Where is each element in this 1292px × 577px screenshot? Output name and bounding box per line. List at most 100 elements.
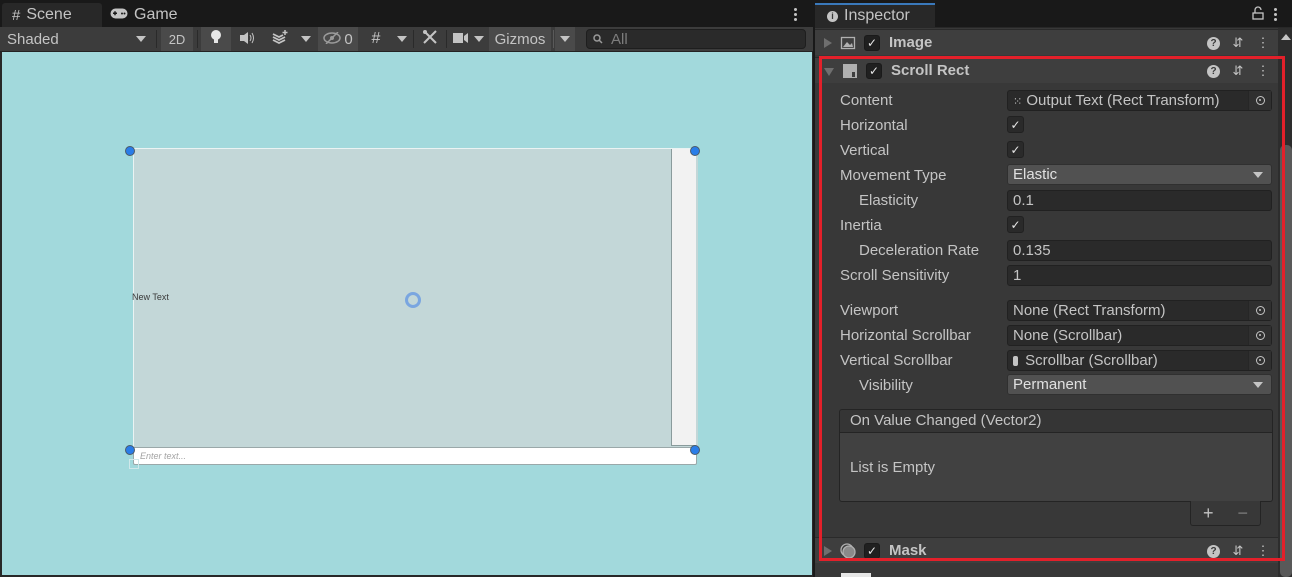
- lock-icon[interactable]: [1252, 6, 1264, 24]
- vertical-scrollbar-label: Vertical Scrollbar: [840, 352, 953, 369]
- speaker-icon: [240, 31, 256, 48]
- effects-toggle-button[interactable]: [265, 27, 295, 51]
- chevron-down-icon: [1253, 382, 1263, 388]
- rect-transform-icon: ⁙: [1013, 96, 1023, 108]
- vertical-scrollbar-object-field[interactable]: Scrollbar (Scrollbar): [1007, 350, 1272, 371]
- horizontal-checkbox[interactable]: ✓: [1007, 116, 1024, 133]
- content-label: Content: [840, 92, 893, 109]
- partial-component-icon: [841, 573, 871, 577]
- draw-mode-dropdown[interactable]: Shaded: [0, 27, 152, 51]
- toolbar-divider: [156, 30, 157, 48]
- vertical-scrollbar-object[interactable]: [671, 149, 696, 446]
- object-picker-button[interactable]: [1248, 91, 1271, 110]
- new-text-object[interactable]: New Text: [132, 292, 169, 302]
- target-icon: [1255, 331, 1265, 340]
- scene-tab-bar: # Scene Game: [0, 0, 813, 27]
- foldout-arrow-icon[interactable]: [824, 67, 834, 76]
- mask-enabled-checkbox[interactable]: ✓: [864, 542, 880, 559]
- tab-game[interactable]: Game: [100, 3, 190, 27]
- component-menu-icon[interactable]: ⋮: [1256, 35, 1270, 50]
- vertical-checkbox[interactable]: ✓: [1007, 141, 1024, 158]
- foldout-arrow-icon[interactable]: [824, 37, 832, 48]
- elasticity-input[interactable]: 0.1: [1007, 190, 1272, 211]
- rect-handle-bottom-left[interactable]: [125, 445, 135, 455]
- help-icon[interactable]: ?: [1207, 36, 1220, 50]
- scroll-up-arrow-icon[interactable]: [1281, 34, 1291, 40]
- viewport-object-field[interactable]: None (Rect Transform): [1007, 300, 1272, 321]
- tab-inspector[interactable]: i Inspector: [815, 3, 935, 27]
- camera-icon: [452, 31, 469, 48]
- visibility-dropdown[interactable]: Permanent: [1007, 374, 1272, 395]
- event-list-buttons: + −: [1190, 501, 1261, 526]
- scroll-rect-component-icon: [842, 63, 858, 79]
- toolbar-divider: [553, 30, 554, 48]
- chevron-down-icon: [560, 36, 570, 42]
- visibility-label: Visibility: [859, 377, 913, 394]
- inspector-more-menu-icon[interactable]: [1272, 5, 1278, 23]
- scene-more-menu-icon[interactable]: [790, 5, 800, 23]
- preset-sliders-icon[interactable]: ⇵: [1231, 63, 1245, 78]
- scroll-rect-enabled-checkbox[interactable]: ✓: [866, 62, 882, 79]
- component-menu-icon[interactable]: ⋮: [1256, 543, 1270, 558]
- horizontal-label: Horizontal: [840, 117, 908, 134]
- foldout-arrow-icon[interactable]: [824, 545, 832, 556]
- deceleration-rate-input[interactable]: 0.135: [1007, 240, 1272, 261]
- rect-handle-bottom-right[interactable]: [690, 445, 700, 455]
- search-icon: [593, 31, 605, 48]
- on-value-changed-header: On Value Changed (Vector2): [839, 409, 1273, 433]
- effects-dropdown[interactable]: [297, 27, 315, 51]
- rect-handle-top-right[interactable]: [690, 146, 700, 156]
- tools-button[interactable]: [416, 27, 444, 51]
- object-picker-button[interactable]: [1248, 326, 1271, 345]
- rect-corner-marker: [129, 459, 139, 469]
- help-icon[interactable]: ?: [1207, 64, 1220, 78]
- chevron-down-icon: [136, 36, 146, 42]
- object-picker-button[interactable]: [1248, 301, 1271, 320]
- gizmos-button[interactable]: Gizmos: [489, 27, 551, 51]
- movement-type-label: Movement Type: [840, 167, 947, 184]
- scene-toolbar: Shaded 2D 0 # Gizmos All: [0, 27, 813, 52]
- scroll-sensitivity-label: Scroll Sensitivity: [840, 267, 950, 284]
- hidden-objects-toggle[interactable]: 0: [318, 27, 358, 51]
- inspector-tab-bar: i Inspector: [815, 0, 1292, 27]
- inertia-checkbox[interactable]: ✓: [1007, 216, 1024, 233]
- component-header-image[interactable]: ✓ Image ? ⇵ ⋮: [815, 29, 1278, 55]
- image-enabled-checkbox[interactable]: ✓: [864, 34, 880, 51]
- horizontal-scrollbar-object-field[interactable]: None (Scrollbar): [1007, 325, 1272, 346]
- info-icon: i: [827, 10, 838, 22]
- add-listener-button[interactable]: +: [1203, 503, 1214, 524]
- object-picker-button[interactable]: [1248, 351, 1271, 370]
- audio-toggle-button[interactable]: [233, 27, 263, 51]
- scene-panel: # Scene Game Shaded 2D 0 # Gizmos All Ne…: [0, 0, 813, 577]
- image-component-icon: [840, 35, 856, 51]
- gizmos-dropdown[interactable]: [555, 27, 575, 51]
- grid-hash-icon: #: [12, 6, 21, 24]
- preset-sliders-icon[interactable]: ⇵: [1231, 543, 1245, 558]
- tab-scene[interactable]: # Scene: [2, 3, 102, 27]
- toggle-2d-button[interactable]: 2D: [161, 27, 193, 51]
- scroll-sensitivity-input[interactable]: 1: [1007, 265, 1272, 286]
- lighting-toggle-button[interactable]: [201, 27, 231, 51]
- camera-dropdown[interactable]: [449, 27, 487, 51]
- content-object-field[interactable]: ⁙ Output Text (Rect Transform): [1007, 90, 1272, 111]
- remove-listener-button[interactable]: −: [1237, 503, 1248, 524]
- pivot-handle-icon[interactable]: [405, 292, 421, 308]
- vertical-label: Vertical: [840, 142, 890, 159]
- help-icon[interactable]: ?: [1207, 544, 1220, 558]
- component-header-scroll-rect[interactable]: ✓ Scroll Rect ? ⇵ ⋮: [815, 57, 1278, 83]
- grid-snap-button[interactable]: #: [361, 27, 391, 51]
- wrench-screwdriver-icon: [422, 29, 438, 49]
- grid-snap-dropdown[interactable]: [393, 27, 411, 51]
- chevron-down-icon: [1253, 172, 1263, 178]
- component-menu-icon[interactable]: ⋮: [1256, 63, 1270, 78]
- inertia-label: Inertia: [840, 217, 882, 234]
- scene-search-input[interactable]: All: [586, 29, 806, 49]
- scene-viewport[interactable]: New Text Enter text...: [2, 52, 812, 575]
- input-field-object[interactable]: Enter text...: [133, 447, 697, 465]
- viewport-label: Viewport: [840, 302, 899, 319]
- preset-sliders-icon[interactable]: ⇵: [1231, 35, 1245, 50]
- component-header-mask[interactable]: ✓ Mask ? ⇵ ⋮: [815, 537, 1278, 563]
- rect-handle-top-left[interactable]: [125, 146, 135, 156]
- movement-type-dropdown[interactable]: Elastic: [1007, 164, 1272, 185]
- inspector-scrollbar-thumb[interactable]: [1280, 145, 1292, 577]
